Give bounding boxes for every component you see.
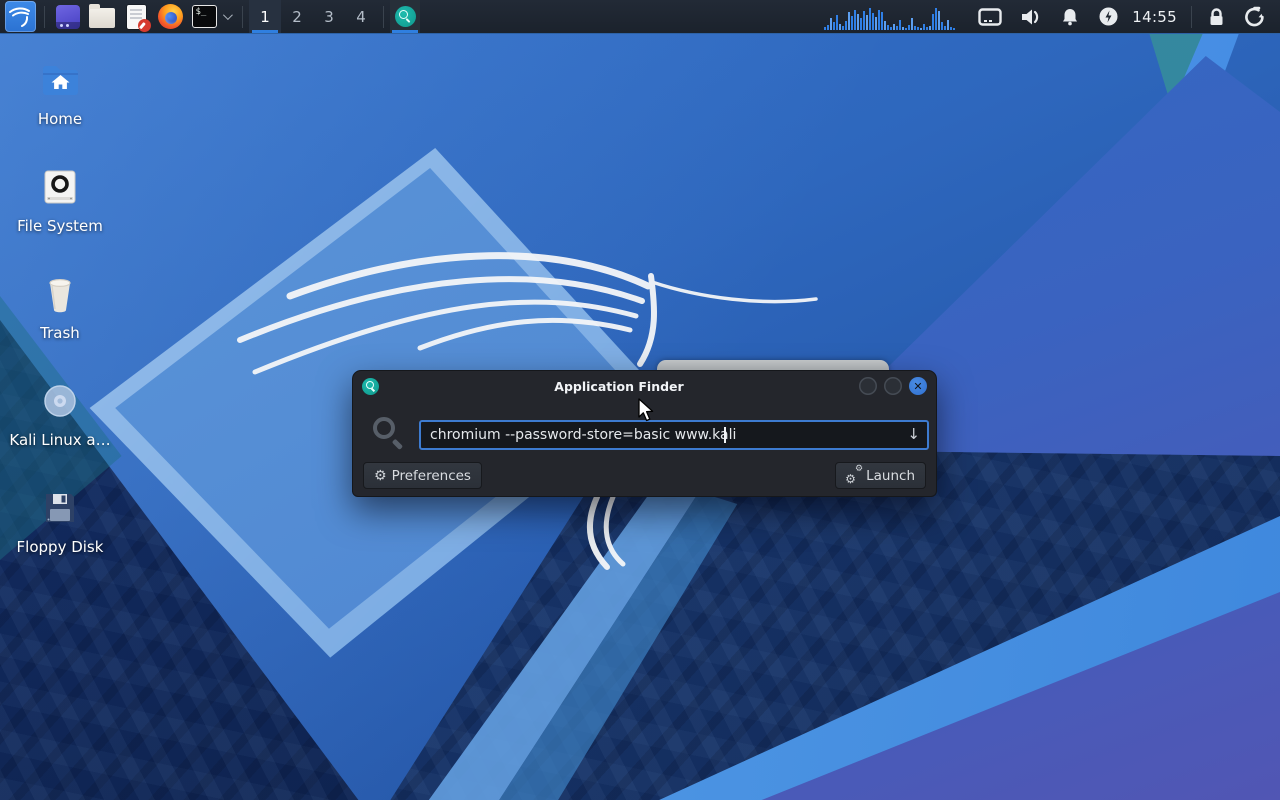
panel-tray: 14:55 [824,0,1280,33]
panel-separator [383,6,384,28]
application-finder-icon [362,378,379,395]
workspace-4[interactable]: 4 [345,0,377,33]
command-input-wrap: ↓ [419,420,929,450]
lock-screen-button[interactable] [1207,7,1226,27]
volume-icon [1020,7,1042,27]
desktop-icon-label: Floppy Disk [17,538,104,556]
command-input[interactable] [419,420,929,450]
log-out-button[interactable] [1244,6,1265,27]
panel-launchers: $_ 1 2 3 4 [0,0,420,33]
preferences-button[interactable]: ⚙ Preferences [363,462,482,489]
top-panel: $_ 1 2 3 4 [0,0,1280,34]
kali-logo-icon [5,1,36,32]
floppy-disk-icon [36,484,84,532]
power-manager-icon [1098,6,1119,27]
window-switcher-icon [56,5,80,29]
workspace-number: 2 [292,8,302,26]
application-finder-launcher[interactable] [390,0,420,33]
launcher-terminal[interactable]: $_ [189,2,219,32]
mouse-cursor [637,398,657,424]
clock[interactable]: 14:55 [1132,8,1177,26]
home-folder-icon [36,56,84,104]
workspace-number: 3 [324,8,334,26]
search-magnifier-icon [373,417,395,439]
trash-icon [36,270,84,318]
launch-gears-icon: ⚙⚙ [846,468,861,483]
desktop-icon-home[interactable]: Home [5,56,115,128]
launcher-file-manager[interactable] [87,2,117,32]
desktop-icon-floppy-disk[interactable]: Floppy Disk [5,484,115,556]
panel-separator [44,6,45,28]
power-manager-tray-button[interactable] [1098,6,1119,27]
workspace-number: 4 [356,8,366,26]
launcher-firefox[interactable] [155,2,185,32]
maximize-button[interactable] [884,377,902,395]
launcher-text-editor[interactable] [121,2,151,32]
terminal-icon: $_ [192,5,217,28]
notifications-tray-button[interactable] [1060,7,1080,27]
firefox-icon [158,4,183,29]
desktop-icon-label: File System [17,217,103,235]
log-out-icon [1244,6,1265,27]
desktop-icon-label: Kali Linux a… [9,431,110,449]
cdrom-icon [36,377,84,425]
minimize-button[interactable] [859,377,877,395]
workspace-2[interactable]: 2 [281,0,313,33]
preferences-label: Preferences [392,468,471,484]
desktop-icon-file-system[interactable]: File System [5,163,115,235]
desktop-screen: Home File System Trash [0,0,1280,800]
text-caret [724,427,726,443]
desktop-icon-kali-linux[interactable]: Kali Linux a… [5,377,115,449]
workspace-number: 1 [260,8,270,26]
text-editor-icon [127,5,146,29]
display-icon [978,8,1002,26]
file-manager-icon [89,8,115,28]
launch-label: Launch [866,468,915,484]
application-finder-window: Application Finder ✕ ↓ ⚙ Preferences ⚙⚙ … [352,370,937,497]
close-button[interactable]: ✕ [909,377,927,395]
window-title: Application Finder [379,379,859,394]
workspace-3[interactable]: 3 [313,0,345,33]
gear-icon: ⚙ [374,469,387,483]
lock-icon [1207,7,1226,27]
display-tray-button[interactable] [978,8,1002,26]
titlebar[interactable]: Application Finder ✕ [353,371,936,401]
search-icon [395,6,416,27]
desktop-icon-trash[interactable]: Trash [5,270,115,342]
launch-button[interactable]: ⚙⚙ Launch [835,462,926,489]
panel-separator [242,6,243,28]
desktop-icon-label: Home [38,110,82,128]
desktop-icon-label: Trash [40,324,80,342]
network-monitor-graph[interactable] [824,4,955,30]
hard-drive-icon [36,163,84,211]
workspace-1[interactable]: 1 [249,0,281,33]
panel-separator [1191,6,1192,28]
launcher-window-switcher[interactable] [53,2,83,32]
kali-menu-button[interactable] [5,2,36,32]
volume-tray-button[interactable] [1020,7,1042,27]
bell-icon [1060,7,1080,27]
launcher-dropdown-chevron-icon[interactable] [223,10,233,20]
